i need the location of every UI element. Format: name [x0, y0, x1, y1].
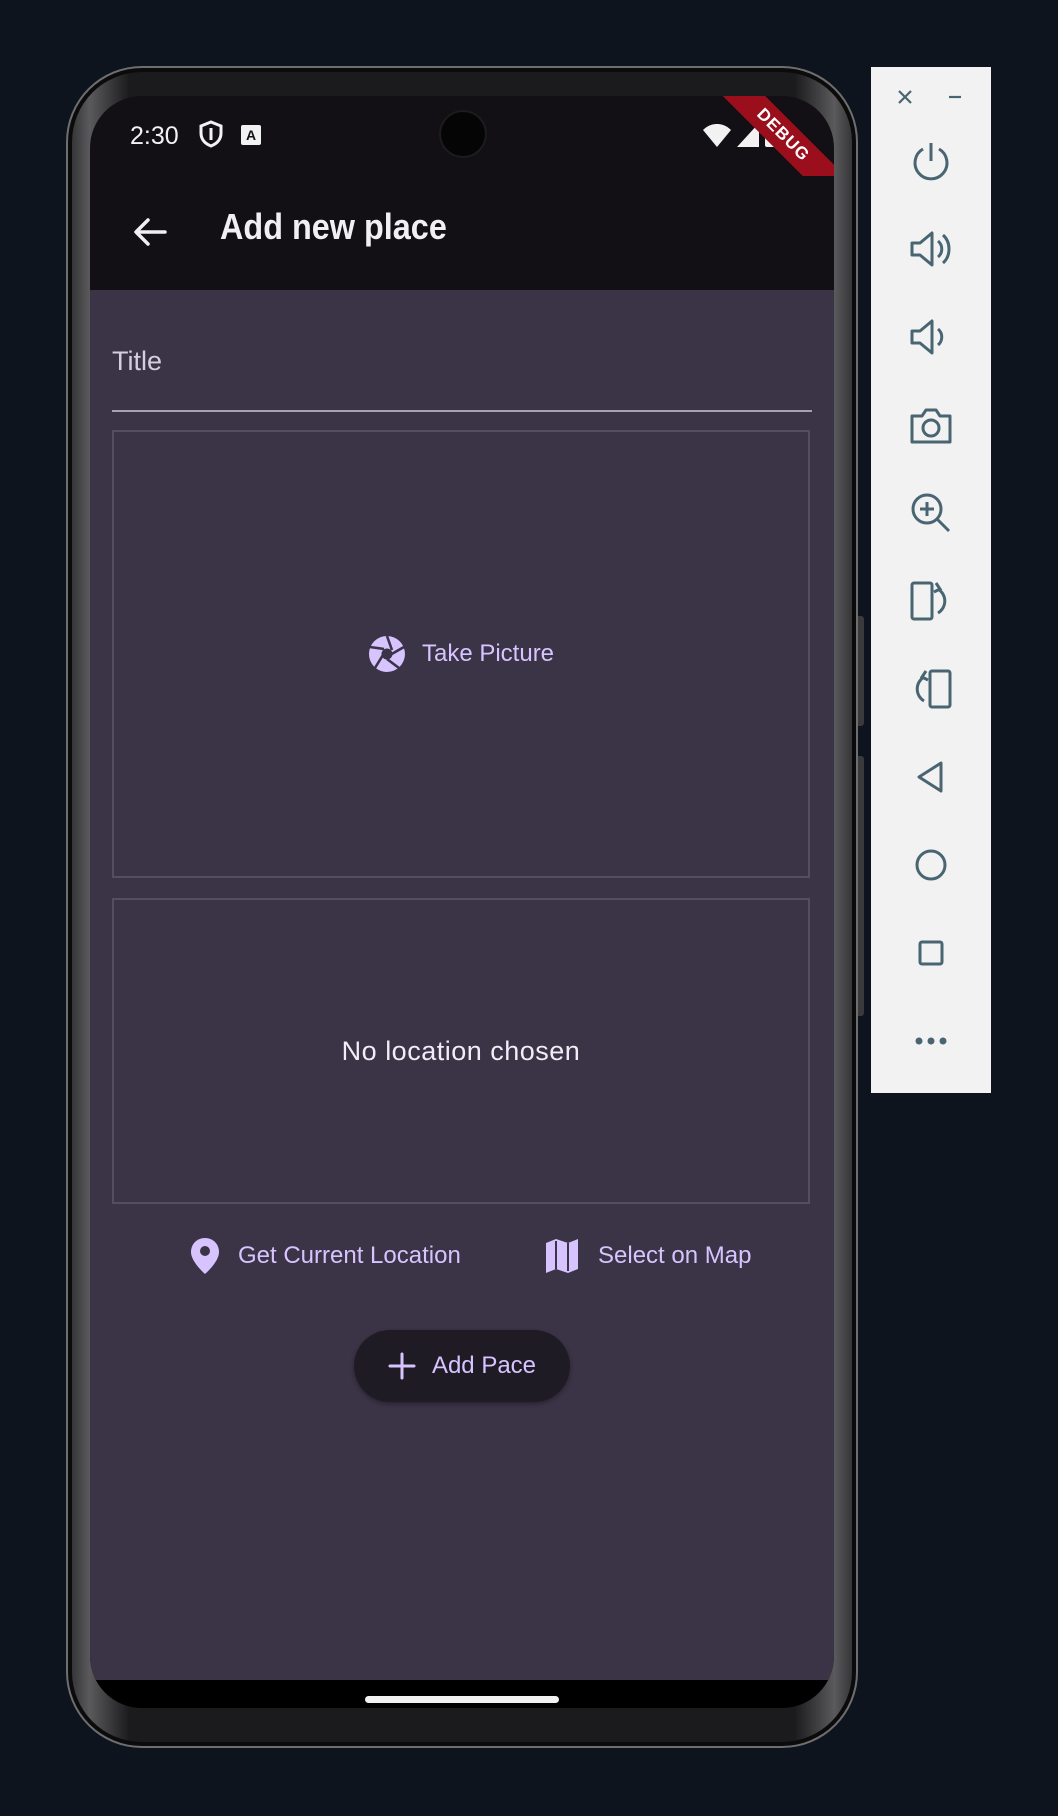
- location-preview: No location chosen: [112, 898, 810, 1204]
- image-input-box: Take Picture: [112, 430, 810, 878]
- home-indicator[interactable]: [365, 1696, 559, 1703]
- volume-down-icon[interactable]: [897, 303, 965, 371]
- home-icon[interactable]: [897, 831, 965, 899]
- location-pin-icon: [191, 1238, 219, 1274]
- add-place-button[interactable]: Add Pace: [354, 1330, 570, 1402]
- get-location-label: Get Current Location: [238, 1242, 461, 1269]
- title-field-label: Title: [112, 346, 163, 376]
- front-camera: [441, 112, 485, 156]
- minimize-icon[interactable]: [935, 77, 975, 117]
- keyboard-a-icon: A: [240, 124, 262, 153]
- select-on-map-button[interactable]: Select on Map: [544, 1226, 751, 1286]
- status-time: 2:30: [130, 122, 179, 150]
- rotate-left-icon[interactable]: [897, 567, 965, 635]
- close-icon[interactable]: [885, 77, 925, 117]
- plus-icon: [388, 1352, 416, 1380]
- map-icon: [546, 1239, 578, 1273]
- back-button[interactable]: [120, 202, 180, 262]
- emulator-window-controls: [871, 67, 991, 123]
- get-current-location-button[interactable]: Get Current Location: [190, 1226, 461, 1286]
- arrow-back-icon: [134, 218, 167, 246]
- location-actions: Get Current Location Select on Map: [90, 1226, 834, 1286]
- shield-icon: [198, 120, 224, 155]
- overview-icon[interactable]: [897, 919, 965, 987]
- volume-up-icon[interactable]: [897, 215, 965, 283]
- svg-text:A: A: [246, 127, 256, 143]
- zoom-icon[interactable]: [897, 479, 965, 547]
- power-icon[interactable]: [897, 127, 965, 195]
- page-title: Add new place: [220, 206, 447, 247]
- select-map-label: Select on Map: [598, 1242, 752, 1269]
- more-icon[interactable]: [897, 1007, 965, 1075]
- navigation-bar: [90, 1680, 834, 1708]
- app-bar: Add new place: [90, 176, 834, 290]
- back-icon[interactable]: [897, 743, 965, 811]
- camera-icon[interactable]: [897, 391, 965, 459]
- no-location-text: No location chosen: [341, 1035, 581, 1066]
- camera-shutter-icon: [368, 635, 405, 672]
- rotate-right-icon[interactable]: [897, 655, 965, 723]
- emulator-toolbar: [871, 67, 991, 1093]
- add-place-label: Add Pace: [431, 1352, 537, 1379]
- status-bar: 2:30 A DEBUG: [90, 96, 834, 213]
- take-picture-button[interactable]: Take Picture: [368, 635, 554, 673]
- phone-frame: 2:30 A DEBUG Add new place Title Take Pi…: [66, 66, 864, 1748]
- take-picture-label: Take Picture: [421, 640, 555, 667]
- phone-screen: 2:30 A DEBUG Add new place Title Take Pi…: [90, 96, 834, 1708]
- phone-side-button: [858, 616, 864, 726]
- wifi-icon: [702, 122, 732, 155]
- phone-side-button: [858, 816, 864, 1016]
- title-input[interactable]: Title: [112, 340, 812, 412]
- add-place-form: Title Take Picture No location chosen Ge…: [90, 290, 834, 1680]
